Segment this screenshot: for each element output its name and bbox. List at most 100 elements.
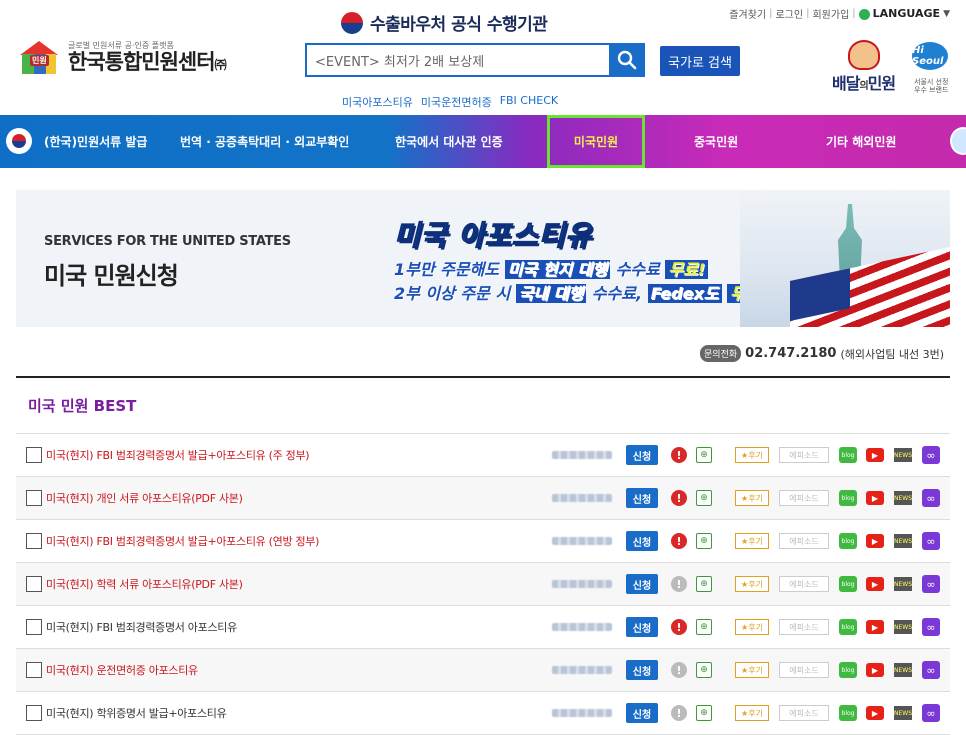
link-icon[interactable]: ∞ [922,704,940,722]
quick-link-us-apostille[interactable]: 미국아포스티유 [342,94,413,110]
nav-item-other[interactable]: 기타 해외민원 [826,115,896,168]
review-button[interactable]: ★후기 [735,490,769,506]
link-icon[interactable]: ∞ [922,532,940,550]
link-icon[interactable]: ∞ [922,661,940,679]
review-button[interactable]: ★후기 [735,447,769,463]
review-button[interactable]: ★후기 [735,576,769,592]
row-checkbox[interactable] [26,619,42,635]
apply-button[interactable]: 신청 [626,660,658,680]
row-checkbox[interactable] [26,705,42,721]
news-icon[interactable]: NEWS [894,534,912,548]
document-preview-icon[interactable]: ⊕ [696,447,712,463]
apply-button[interactable]: 신청 [626,445,658,465]
news-icon[interactable]: NEWS [894,577,912,591]
blog-icon[interactable]: blog [839,490,857,506]
row-title[interactable]: 미국(현지) 학력 서류 아포스티유(PDF 사본) [46,576,243,592]
review-button[interactable]: ★후기 [735,705,769,721]
document-preview-icon[interactable]: ⊕ [696,490,712,506]
blog-icon[interactable]: blog [839,619,857,635]
document-preview-icon[interactable]: ⊕ [696,576,712,592]
review-button[interactable]: ★후기 [735,619,769,635]
export-voucher-banner[interactable]: 수출바우처 공식 수행기관 [340,10,548,35]
link-icon[interactable]: ∞ [922,575,940,593]
alert-icon[interactable]: ! [671,619,687,635]
nav-item-korea-docs[interactable]: (한국)민원서류 발급 [44,115,147,168]
blog-icon[interactable]: blog [839,447,857,463]
apply-button[interactable]: 신청 [626,574,658,594]
document-preview-icon[interactable]: ⊕ [696,533,712,549]
partner-badge[interactable]: Hi Seoul 배달의민원 서울시 선정 우수 브랜드 [826,38,956,100]
nav-item-china[interactable]: 중국민원 [694,115,738,168]
apply-button[interactable]: 신청 [626,703,658,723]
site-logo[interactable]: 민원 글로벌 민원서류 공·인증 플랫폼 한국통합민원센터㈜ [18,40,227,76]
search-bar: <EVENT> 최저가 2배 보상제 [305,43,645,77]
alert-icon[interactable]: ! [671,447,687,463]
apply-button[interactable]: 신청 [626,617,658,637]
row-checkbox[interactable] [26,533,42,549]
blog-icon[interactable]: blog [839,576,857,592]
apply-button[interactable]: 신청 [626,488,658,508]
youtube-icon[interactable]: ▶ [866,491,884,505]
document-preview-icon[interactable]: ⊕ [696,705,712,721]
row-title[interactable]: 미국(현지) 운전면허증 아포스티유 [46,662,198,678]
row-title[interactable]: 미국(현지) 개인 서류 아포스티유(PDF 사본) [46,490,243,506]
row-title[interactable]: 미국(현지) FBI 범죄경력증명서 발급+아포스티유 (주 정부) [46,447,310,463]
row-checkbox[interactable] [26,576,42,592]
link-icon[interactable]: ∞ [922,446,940,464]
hero-line-1: 1부만 주문해도 미국 현지 대행 수수료 무료! [394,256,709,280]
alert-icon[interactable]: ! [671,705,687,721]
youtube-icon[interactable]: ▶ [866,448,884,462]
phone-number[interactable]: 02.747.2180 [745,346,836,361]
search-button[interactable] [609,43,645,77]
nav-item-translation[interactable]: 번역 · 공증촉탁대리 · 외교부확인 [180,115,349,168]
link-icon[interactable]: ∞ [922,489,940,507]
news-icon[interactable]: NEWS [894,491,912,505]
review-button[interactable]: ★후기 [735,533,769,549]
alert-icon[interactable]: ! [671,576,687,592]
news-icon[interactable]: NEWS [894,448,912,462]
link-icon[interactable]: ∞ [922,618,940,636]
youtube-icon[interactable]: ▶ [866,577,884,591]
youtube-icon[interactable]: ▶ [866,534,884,548]
episode-button[interactable]: 에피소드 [779,447,829,463]
blog-icon[interactable]: blog [839,705,857,721]
phone-extension: (해외사업팀 내선 3번) [840,347,944,361]
quick-link-fbi-check[interactable]: FBI CHECK [500,94,558,110]
nav-item-us[interactable]: 미국민원 [547,115,645,168]
country-search-button[interactable]: 국가로 검색 [660,46,740,76]
episode-button[interactable]: 에피소드 [779,662,829,678]
youtube-icon[interactable]: ▶ [866,706,884,720]
row-title[interactable]: 미국(현지) FBI 범죄경력증명서 발급+아포스티유 (연방 정부) [46,533,319,549]
episode-button[interactable]: 에피소드 [779,533,829,549]
best-list-title: 미국 민원 BEST [16,378,950,434]
search-input[interactable]: <EVENT> 최저가 2배 보상제 [305,43,609,77]
row-title[interactable]: 미국(현지) 학위증명서 발급+아포스티유 [46,705,227,721]
episode-button[interactable]: 에피소드 [779,576,829,592]
alert-icon[interactable]: ! [671,662,687,678]
alert-icon[interactable]: ! [671,533,687,549]
alert-icon[interactable]: ! [671,490,687,506]
review-button[interactable]: ★후기 [735,662,769,678]
episode-button[interactable]: 에피소드 [779,619,829,635]
youtube-icon[interactable]: ▶ [866,620,884,634]
document-preview-icon[interactable]: ⊕ [696,662,712,678]
table-row: 미국(현지) 개인 서류 아포스티유(PDF 사본) 신청 ! ⊕ ★후기 에피… [16,477,950,520]
blog-icon[interactable]: blog [839,533,857,549]
price-blurred [552,623,612,631]
korea-flag-icon [6,128,32,154]
row-checkbox[interactable] [26,662,42,678]
news-icon[interactable]: NEWS [894,706,912,720]
nav-item-embassy[interactable]: 한국에서 대사관 인증 [395,115,503,168]
row-checkbox[interactable] [26,447,42,463]
apply-button[interactable]: 신청 [626,531,658,551]
episode-button[interactable]: 에피소드 [779,705,829,721]
row-checkbox[interactable] [26,490,42,506]
episode-button[interactable]: 에피소드 [779,490,829,506]
news-icon[interactable]: NEWS [894,663,912,677]
quick-link-us-license[interactable]: 미국운전면허증 [421,94,492,110]
youtube-icon[interactable]: ▶ [866,663,884,677]
row-title[interactable]: 미국(현지) FBI 범죄경력증명서 아포스티유 [46,619,237,635]
news-icon[interactable]: NEWS [894,620,912,634]
blog-icon[interactable]: blog [839,662,857,678]
document-preview-icon[interactable]: ⊕ [696,619,712,635]
